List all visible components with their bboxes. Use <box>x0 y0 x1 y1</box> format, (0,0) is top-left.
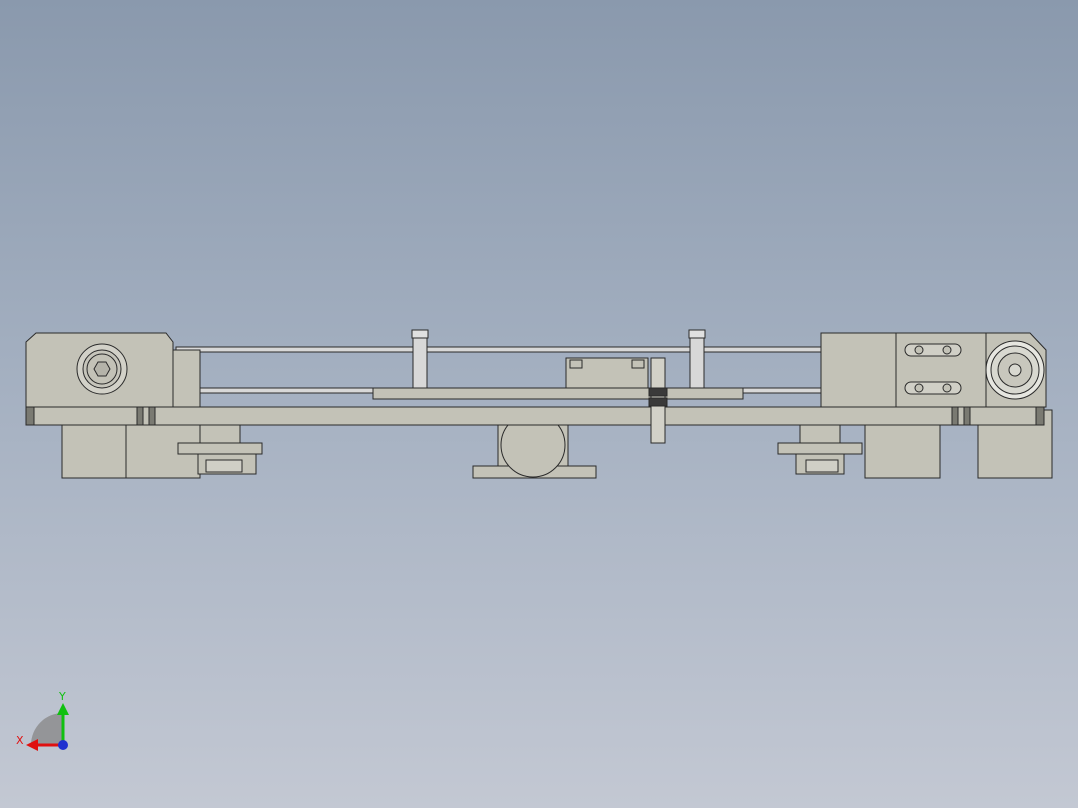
triad-x-label: X <box>16 734 24 747</box>
y-axis-arrow-icon <box>57 703 69 715</box>
graphics-viewport[interactable]: Y X <box>0 0 1078 808</box>
orientation-triad: Y X <box>16 690 69 751</box>
z-axis-dot-icon <box>58 740 68 750</box>
triad-y-label: Y <box>58 690 66 703</box>
